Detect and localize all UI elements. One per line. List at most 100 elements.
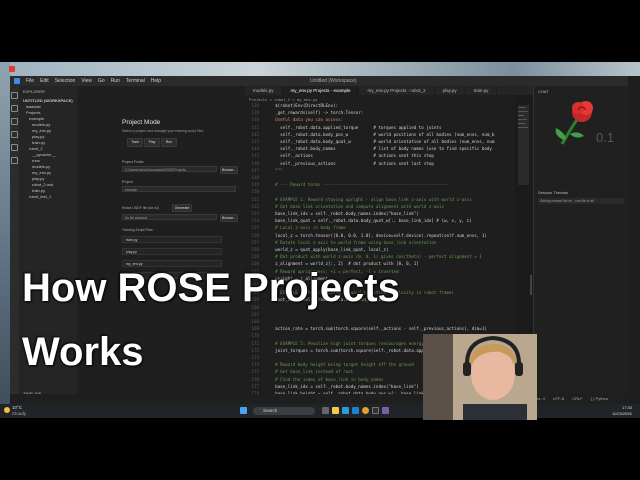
- file-item-train[interactable]: train.py: [122, 236, 222, 243]
- workspace-root[interactable]: UNTITLED (WORKSPACE): [19, 97, 77, 103]
- code-line: 142 self._robot.data.body_pos_w # world …: [245, 132, 494, 138]
- session-threads-label: Session Threads: [538, 190, 568, 195]
- code-text: base_link_quat = self._robot.data.body_q…: [265, 218, 472, 224]
- editor-tab[interactable]: models.py: [245, 86, 283, 95]
- chat-panel: CHAT 0.1 Session Threads Adding reward t…: [533, 86, 629, 404]
- source-control-icon[interactable]: [11, 118, 18, 125]
- taskbar-search[interactable]: Search: [253, 407, 315, 415]
- windows-start-icon[interactable]: [240, 407, 247, 414]
- code-line: 147 """: [245, 167, 283, 174]
- code-line: 146 self._previous_actions # actions sen…: [245, 161, 434, 167]
- code-line: 148: [245, 175, 265, 181]
- menu-item-file[interactable]: File: [26, 78, 34, 84]
- weather-text: Cloudy: [12, 411, 27, 416]
- title-bar: File Edit Selection View Go Run Terminal Help U…: [10, 76, 628, 86]
- line-number: 140: [251, 117, 259, 123]
- code-text: local_z = torch.tensor([0.0, 0.0, 1.0], …: [265, 232, 487, 238]
- line-number: 155: [251, 225, 259, 231]
- thread-item[interactable]: Adding reward the ex.. one file to all: [538, 198, 624, 204]
- code-line: 149 # --- Reward terms -----------------…: [245, 182, 449, 188]
- code-line: 138 $(robot)Env(DirectRLEnv):: [245, 103, 338, 109]
- robot-usd-field[interactable]: No file selected: [122, 214, 217, 220]
- project-select[interactable]: example: [122, 186, 236, 192]
- code-text: """: [265, 167, 283, 173]
- code-text: # EXAMPLE 1: Reward staying upright - al…: [265, 196, 472, 202]
- code-text: # Get base link orientation and compute …: [265, 203, 444, 209]
- task-view-icon[interactable]: [322, 407, 329, 414]
- menu-item-edit[interactable]: Edit: [40, 78, 49, 84]
- code-line: 175 # Get base_link instead of root: [245, 369, 353, 375]
- line-number: 147: [251, 167, 259, 173]
- line-number: 146: [251, 160, 259, 166]
- run-button[interactable]: Run: [161, 138, 177, 147]
- code-text: self._robot.data.body_pos_w # world posi…: [265, 131, 495, 137]
- menu-item-terminal[interactable]: Terminal: [126, 78, 145, 84]
- code-line: 176 # Find the index of base_link in bod…: [245, 377, 383, 383]
- line-number: 150: [251, 189, 259, 195]
- menu-item-run[interactable]: Run: [111, 78, 120, 84]
- code-text: # Reward body height being target height…: [265, 362, 414, 368]
- record-indicator-icon: [9, 66, 15, 72]
- app-icon-extra[interactable]: [382, 407, 389, 414]
- extensions-icon[interactable]: [11, 144, 18, 151]
- menu-item-view[interactable]: View: [81, 78, 92, 84]
- browse-folder-button[interactable]: Browse...: [220, 166, 238, 174]
- line-number: 149: [251, 182, 259, 188]
- weather-temp[interactable]: 10°C: [12, 405, 22, 410]
- terminal-icon[interactable]: [372, 407, 379, 414]
- line-number: 174: [251, 362, 259, 368]
- code-line: 177 base_link_idx = self._robot.body_nam…: [245, 384, 418, 390]
- code-line: 173: [245, 355, 265, 361]
- chrome-icon[interactable]: [362, 407, 369, 414]
- search-icon[interactable]: [11, 105, 18, 112]
- editor-tab[interactable]: play.py: [435, 86, 466, 95]
- line-number: 153: [251, 211, 259, 216]
- panel-subtitle: Select a project and manage your trainin…: [122, 129, 204, 133]
- project-label: Project: [122, 180, 133, 184]
- code-line: 139 _get_rewards(self) -> torch.Tensor:: [245, 110, 363, 116]
- line-number: 173: [251, 355, 259, 360]
- menu-item-go[interactable]: Go: [98, 78, 105, 84]
- clock-time[interactable]: 17:30: [622, 405, 632, 410]
- file-item-play[interactable]: play.py: [122, 248, 222, 255]
- project-folder-field[interactable]: C:\Users\Users\Documents\ROSE\Projects: [122, 166, 217, 172]
- code-text: self._previous_actions # actions sent la…: [265, 160, 434, 166]
- tree-item[interactable]: robot_test_1: [19, 193, 77, 199]
- line-number: 171: [251, 340, 259, 346]
- overlay-title-line-2: Works: [22, 330, 144, 374]
- status-item[interactable]: CRLF: [572, 396, 582, 401]
- line-number: 143: [251, 139, 259, 144]
- explorer-icon[interactable]: [11, 92, 18, 99]
- code-line: 158 world_z = quat_apply(base_link_quat,…: [245, 247, 389, 253]
- editor-tab-strip: models.py my_env.py Projects - example my_…: [245, 86, 533, 95]
- line-number: 152: [251, 203, 259, 209]
- editor-tab[interactable]: my_env.py Projects - example: [282, 86, 360, 95]
- line-number: 158: [251, 247, 259, 252]
- sticker-version: 0.1: [596, 130, 615, 145]
- rose-icon[interactable]: [11, 157, 18, 164]
- code-line: 152 # Get base link orientation and comp…: [245, 204, 444, 210]
- line-number: 156: [251, 232, 259, 238]
- clock-date[interactable]: 11/03/2026: [612, 411, 632, 416]
- run-debug-icon[interactable]: [11, 131, 18, 138]
- explorer-header: EXPLORER: [23, 89, 45, 94]
- file-explorer-icon[interactable]: [332, 407, 339, 414]
- status-item[interactable]: UTF-8: [553, 396, 564, 401]
- vscode-taskbar-icon[interactable]: [352, 407, 359, 414]
- generate-button[interactable]: Generate: [172, 204, 192, 212]
- play-button[interactable]: Play: [144, 138, 160, 147]
- code-text: self._robot.data.body_quat_w # world ori…: [265, 139, 495, 144]
- browse-usd-button[interactable]: Browse...: [220, 214, 238, 222]
- panel-title: Project Mode: [122, 119, 161, 126]
- code-line: 174 # Reward body height being target he…: [245, 362, 414, 368]
- train-button[interactable]: Train: [127, 138, 143, 147]
- code-line: 168: [245, 319, 265, 325]
- code-line: 154 base_link_quat = self._robot.data.bo…: [245, 218, 472, 224]
- menu-item-help[interactable]: Help: [151, 78, 161, 84]
- menu-item-selection[interactable]: Selection: [55, 78, 76, 84]
- editor-tab[interactable]: train.py: [466, 86, 498, 95]
- editor-tab[interactable]: my_env.py Projects - robot_2: [359, 86, 435, 95]
- status-item[interactable]: { } Python: [591, 396, 608, 401]
- edge-icon[interactable]: [342, 407, 349, 414]
- code-text: world_z = quat_apply(base_link_quat, loc…: [265, 247, 389, 252]
